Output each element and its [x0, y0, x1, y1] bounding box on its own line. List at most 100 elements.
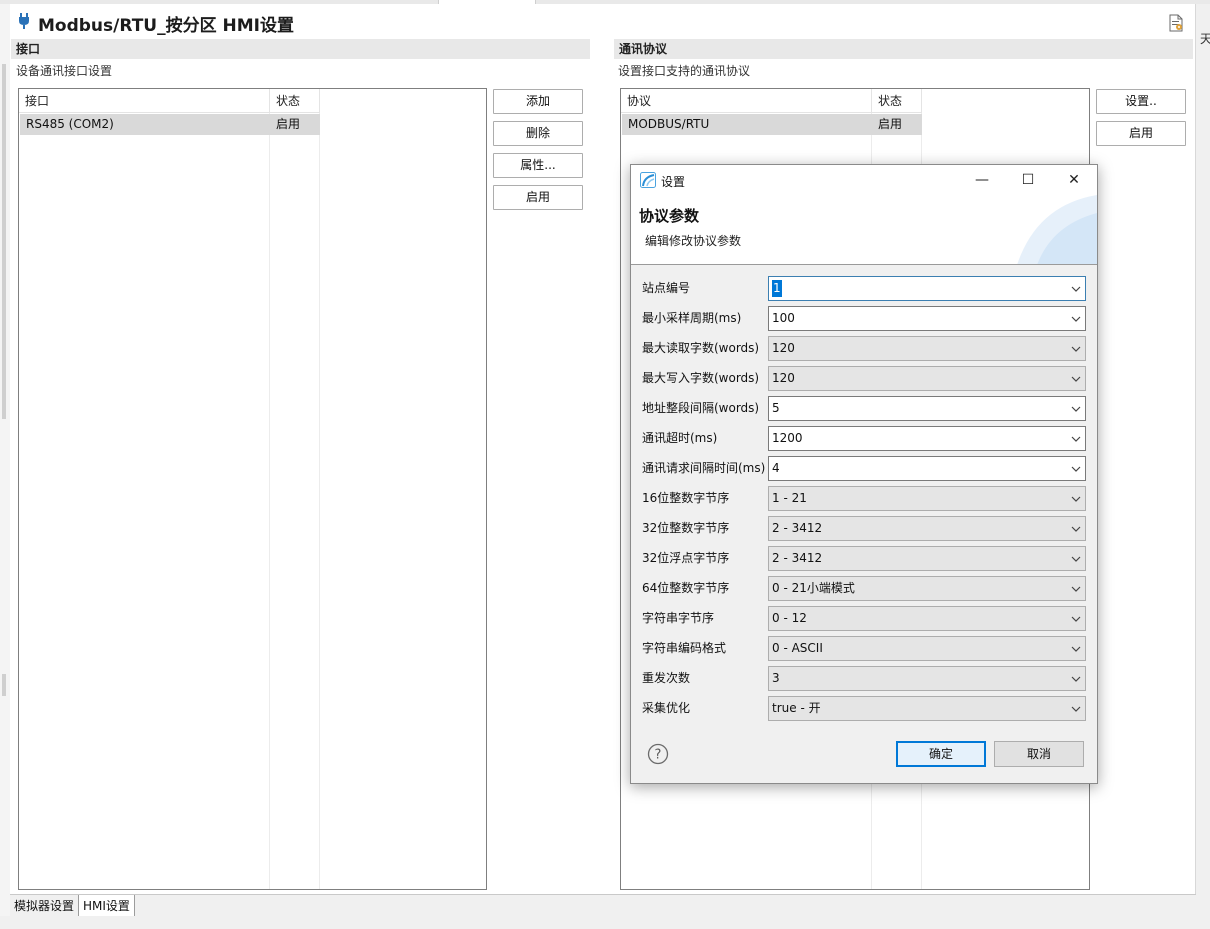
minimize-icon[interactable]: — [959, 165, 1005, 195]
address-gap-combo[interactable]: 5 [768, 396, 1086, 421]
param-label: 采集优化 [642, 701, 691, 715]
param-row-int32-byte-order: 32位整数字节序 2 - 3412 [631, 516, 1097, 541]
request-interval-combo[interactable]: 4 [768, 456, 1086, 481]
string-byte-order-combo[interactable]: 0 - 12 [768, 606, 1086, 631]
chevron-down-icon[interactable] [1069, 612, 1083, 626]
chevron-down-icon[interactable] [1069, 432, 1083, 446]
param-value: 2 - 3412 [772, 521, 823, 535]
add-button[interactable]: 添加 [493, 89, 583, 114]
param-row-string-byte-order: 字符串字节序 0 - 12 [631, 606, 1097, 631]
table-row[interactable]: MODBUS/RTU 启用 [622, 114, 922, 135]
interface-section-desc: 设备通讯接口设置 [16, 64, 113, 78]
protocol-settings-button[interactable]: 设置.. [1096, 89, 1186, 114]
param-row-min-sample-period: 最小采样周期(ms) 100 [631, 306, 1097, 331]
param-row-max-read-words: 最大读取字数(words) 120 [631, 336, 1097, 361]
dialog-header: 协议参数 编辑修改协议参数 [631, 195, 1097, 265]
int32-byte-order-combo[interactable]: 2 - 3412 [768, 516, 1086, 541]
string-encoding-combo[interactable]: 0 - ASCII [768, 636, 1086, 661]
left-edge-panel [0, 4, 10, 929]
status-bar [0, 916, 1210, 929]
left-edge-scrollbar[interactable] [2, 64, 6, 419]
param-row-acquisition-optimize: 采集优化 true - 开 [631, 696, 1097, 721]
param-value: 0 - 21小端模式 [772, 581, 855, 595]
interface-section-header: 接口 [11, 39, 590, 59]
chevron-down-icon[interactable] [1069, 312, 1083, 326]
chevron-down-icon[interactable] [1069, 462, 1083, 476]
param-label: 32位整数字节序 [642, 521, 730, 535]
chevron-down-icon[interactable] [1069, 672, 1083, 686]
close-icon[interactable]: ✕ [1051, 165, 1097, 195]
column-header-protocol[interactable]: 协议 [621, 89, 872, 113]
chevron-down-icon[interactable] [1069, 702, 1083, 716]
param-value: 3 [772, 671, 780, 685]
param-value: true - 开 [772, 701, 821, 715]
max-write-words-combo[interactable]: 120 [768, 366, 1086, 391]
param-row-station-id: 站点编号 1 [631, 276, 1097, 301]
interface-table-header: 接口 状态 [19, 89, 320, 113]
protocol-settings-dialog: 设置 — ☐ ✕ 协议参数 编辑修改协议参数 站点编号 1 最小采样周期(ms)… [630, 164, 1098, 784]
param-value: 100 [772, 311, 795, 325]
param-label: 重发次数 [642, 671, 691, 685]
left-edge-marker [2, 674, 6, 696]
page-title: Modbus/RTU_按分区 HMI设置 [38, 16, 294, 36]
param-row-retry-count: 重发次数 3 [631, 666, 1097, 691]
acquisition-optimize-combo[interactable]: true - 开 [768, 696, 1086, 721]
param-value: 2 - 3412 [772, 551, 823, 565]
column-header-interface[interactable]: 接口 [19, 89, 270, 113]
param-value: 0 - 12 [772, 611, 807, 625]
column-header-status[interactable]: 状态 [270, 89, 320, 113]
param-label: 字符串字节序 [642, 611, 715, 625]
chevron-down-icon[interactable] [1069, 372, 1083, 386]
protocol-table-header: 协议 状态 [621, 89, 922, 113]
ok-button[interactable]: 确定 [896, 741, 986, 767]
int16-byte-order-combo[interactable]: 1 - 21 [768, 486, 1086, 511]
param-value: 0 - ASCII [772, 641, 823, 655]
int64-byte-order-combo[interactable]: 0 - 21小端模式 [768, 576, 1086, 601]
param-label: 地址整段间隔(words) [642, 401, 760, 415]
param-value: 5 [772, 401, 780, 415]
delete-button[interactable]: 删除 [493, 121, 583, 146]
max-read-words-combo[interactable]: 120 [768, 336, 1086, 361]
min-sample-period-combo[interactable]: 100 [768, 306, 1086, 331]
chevron-down-icon[interactable] [1069, 342, 1083, 356]
dialog-title-bar[interactable]: 设置 — ☐ ✕ [631, 165, 1097, 195]
column-header-status[interactable]: 状态 [872, 89, 922, 113]
param-row-float32-byte-order: 32位浮点字节序 2 - 3412 [631, 546, 1097, 571]
chevron-down-icon[interactable] [1069, 492, 1083, 506]
station-id-combo[interactable]: 1 [768, 276, 1086, 301]
chevron-down-icon[interactable] [1069, 582, 1083, 596]
chevron-down-icon[interactable] [1069, 552, 1083, 566]
chevron-down-icon[interactable] [1069, 282, 1083, 296]
help-icon[interactable]: ? [647, 743, 669, 765]
chevron-down-icon[interactable] [1069, 402, 1083, 416]
param-value: 120 [772, 371, 795, 385]
dialog-title: 设置 [661, 175, 686, 189]
tab-hmi-settings[interactable]: HMI设置 [78, 895, 135, 917]
interface-table: 接口 状态 RS485 (COM2) 启用 [18, 88, 487, 890]
table-row[interactable]: RS485 (COM2) 启用 [20, 114, 320, 135]
float32-byte-order-combo[interactable]: 2 - 3412 [768, 546, 1086, 571]
param-value: 120 [772, 341, 795, 355]
properties-button[interactable]: 属性... [493, 153, 583, 178]
interface-enable-button[interactable]: 启用 [493, 185, 583, 210]
bottom-tab-bar: 模拟器设置 HMI设置 [10, 894, 1196, 917]
param-label: 32位浮点字节序 [642, 551, 730, 565]
cancel-button[interactable]: 取消 [994, 741, 1084, 767]
chevron-down-icon[interactable] [1069, 642, 1083, 656]
timeout-combo[interactable]: 1200 [768, 426, 1086, 451]
maximize-icon[interactable]: ☐ [1005, 165, 1051, 195]
param-label: 最大写入字数(words) [642, 371, 760, 385]
protocol-enable-button[interactable]: 启用 [1096, 121, 1186, 146]
dialog-subheading: 编辑修改协议参数 [645, 234, 742, 248]
param-value: 1 - 21 [772, 491, 807, 505]
app-icon [640, 172, 656, 188]
document-settings-icon[interactable] [1168, 14, 1184, 32]
retry-count-combo[interactable]: 3 [768, 666, 1086, 691]
column-divider [319, 113, 320, 889]
protocol-section-desc: 设置接口支持的通讯协议 [618, 64, 751, 78]
param-label: 站点编号 [642, 281, 691, 295]
header-decoration [1017, 195, 1097, 264]
tab-simulator-settings[interactable]: 模拟器设置 [10, 895, 78, 917]
chevron-down-icon[interactable] [1069, 522, 1083, 536]
param-row-timeout: 通讯超时(ms) 1200 [631, 426, 1097, 451]
